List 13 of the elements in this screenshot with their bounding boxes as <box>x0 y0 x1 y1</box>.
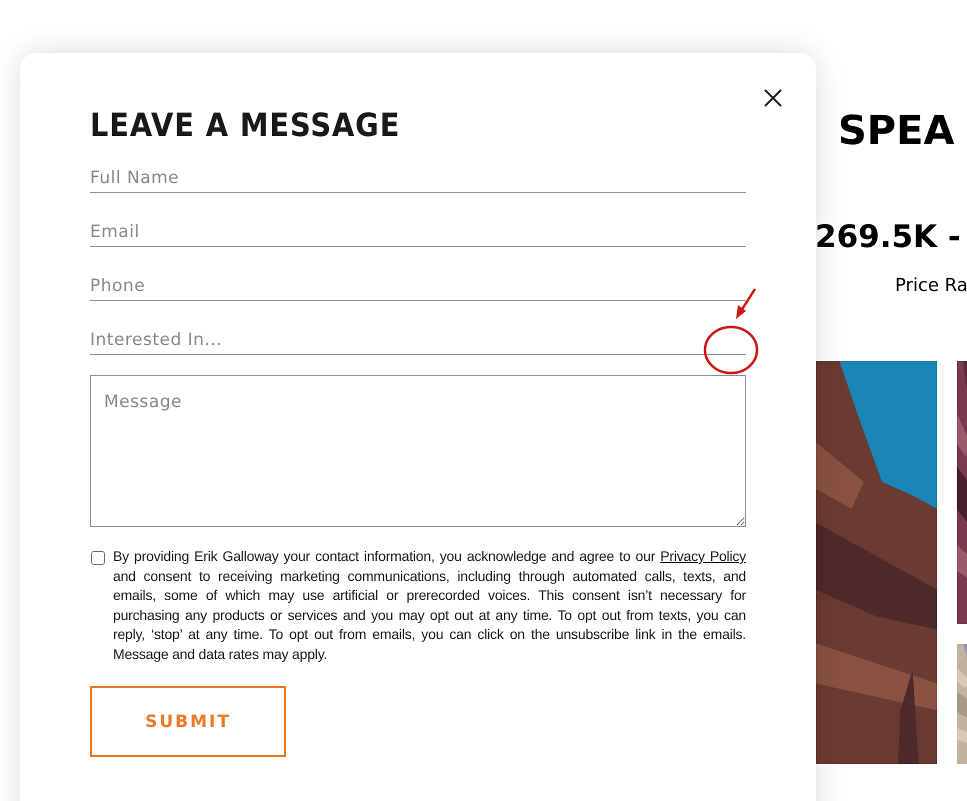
close-icon[interactable] <box>764 89 782 107</box>
consent-text: By providing Erik Galloway your contact information, you acknowledge and agree to our Privacy Policy and consent to receiving marketing communications, including through automated calls, texts, and emails, some of which may use artificial or prerecorded voices. This consent isn’t necessary for purchasing any products or services and you may opt out at any time. To opt out from texts, you can reply, ‘stop’ at any time. To opt out from emails, you can click on the unsubscribe link in the emails. Message and data rates may apply. <box>113 547 746 664</box>
price-range: 269.5K - <box>815 219 962 255</box>
input-field[interactable]: Phone <box>90 265 746 301</box>
page-heading: SPEA <box>837 108 956 154</box>
price-label: Price Ra <box>894 275 967 296</box>
input-field[interactable]: Full Name <box>90 157 746 193</box>
input-field[interactable]: Interested In... <box>90 319 746 355</box>
consent-checkbox[interactable] <box>91 551 105 565</box>
dialog-title: LEAVE A MESSAGE <box>90 105 400 146</box>
message-field[interactable]: Message <box>90 375 746 527</box>
input-field[interactable]: Email <box>90 211 746 247</box>
privacy-policy-link[interactable]: Privacy Policy <box>660 548 746 564</box>
